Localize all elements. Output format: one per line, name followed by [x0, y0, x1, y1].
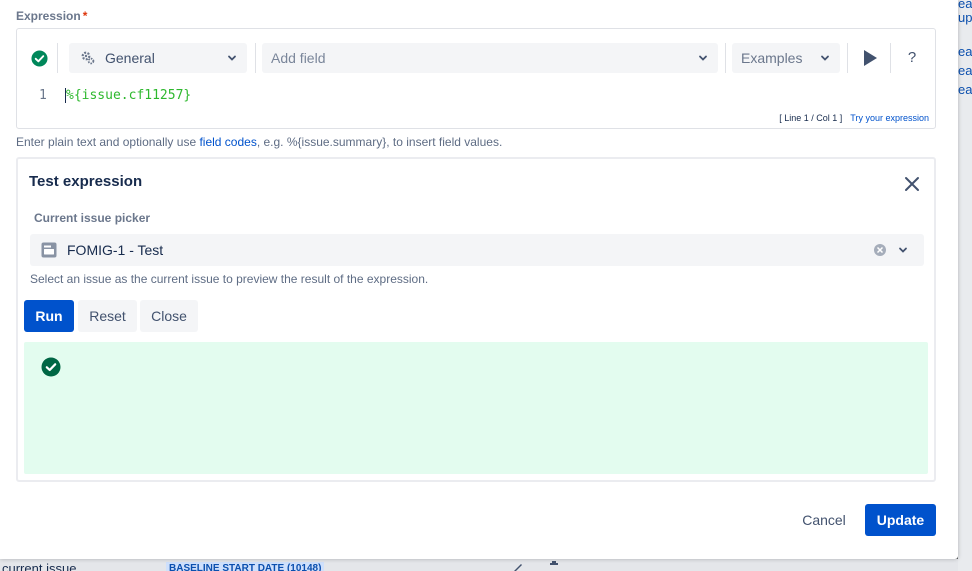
toolbar-divider [725, 43, 726, 73]
test-panel-title: Test expression [29, 173, 143, 190]
examples-label: Examples [741, 50, 803, 66]
add-field-select[interactable]: Add field [262, 43, 718, 73]
expression-help-text: Enter plain text and optionally use fiel… [16, 135, 502, 149]
check-circle-icon [31, 50, 48, 67]
examples-select[interactable]: Examples [732, 43, 840, 73]
background-page-right: eat up eat eat eat [958, 0, 972, 571]
test-result-panel [24, 342, 928, 474]
background-page-bottom: current issue BASELINE START DATE (10148… [0, 559, 958, 571]
close-button[interactable]: Close [140, 300, 198, 332]
issue-picker-help: Select an issue as the current issue to … [30, 272, 429, 286]
expression-label: Expression * [16, 9, 87, 23]
test-expression-panel: Test expression Current issue picker FOM… [16, 157, 936, 482]
pencil-icon [514, 564, 522, 571]
editor-status: [ Line 1 / Col 1 ] Try your expression [779, 113, 929, 123]
code-body: {issue.cf11257} [73, 88, 192, 103]
clear-icon[interactable] [873, 243, 887, 257]
cursor-position: [ Line 1 / Col 1 ] [779, 113, 843, 123]
toolbar-divider [57, 43, 58, 73]
background-fragment: eat [958, 82, 972, 97]
reset-button[interactable]: Reset [78, 300, 137, 332]
line-number: 1 [39, 88, 47, 103]
background-fragment: eat [958, 63, 972, 78]
issue-picker[interactable]: FOMIG-1 - Test [30, 234, 924, 266]
expression-label-text: Expression [16, 9, 81, 23]
help-text-end: , e.g. %{issue.summary}, to insert field… [256, 135, 503, 149]
code-prefix: % [65, 88, 74, 103]
chevron-down-icon [699, 55, 707, 61]
toolbar-divider [255, 43, 256, 73]
play-icon[interactable] [862, 49, 878, 67]
category-select-value: General [105, 50, 155, 66]
trash-icon [550, 561, 558, 565]
success-check-icon [41, 357, 61, 377]
gear-icon [81, 51, 95, 65]
expression-editor: General Add field Examples ? 1 %{issue.c… [16, 28, 936, 129]
background-row-text: current issue [2, 561, 77, 571]
expression-code[interactable]: %{issue.cf11257} [65, 88, 191, 103]
help-text-start: Enter plain text and optionally use [16, 135, 200, 149]
chevron-down-icon[interactable] [898, 245, 908, 255]
chevron-down-icon [821, 55, 829, 61]
toolbar-divider [847, 43, 848, 73]
background-fragment: up [958, 10, 972, 25]
run-button[interactable]: Run [24, 300, 74, 332]
code-line[interactable]: 1 %{issue.cf11257} [39, 88, 191, 103]
background-badge: BASELINE START DATE (10148) [166, 562, 325, 571]
cancel-button[interactable]: Cancel [793, 505, 855, 535]
chevron-down-icon [228, 55, 236, 61]
background-fragment: eat [958, 44, 972, 59]
issue-picker-value: FOMIG-1 - Test [67, 242, 164, 258]
update-button[interactable]: Update [865, 504, 936, 536]
field-codes-link[interactable]: field codes [199, 135, 256, 149]
close-icon[interactable] [903, 175, 921, 193]
help-button[interactable]: ? [902, 46, 922, 70]
toolbar-divider [890, 43, 891, 73]
issue-picker-label: Current issue picker [34, 211, 151, 225]
add-field-placeholder: Add field [271, 50, 326, 66]
category-select[interactable]: General [69, 43, 247, 73]
issue-type-icon [41, 242, 57, 258]
try-expression-link[interactable]: Try your expression [850, 113, 929, 123]
expression-dialog: Expression* General Add field Examples [0, 0, 958, 559]
required-mark: * [82, 9, 88, 23]
